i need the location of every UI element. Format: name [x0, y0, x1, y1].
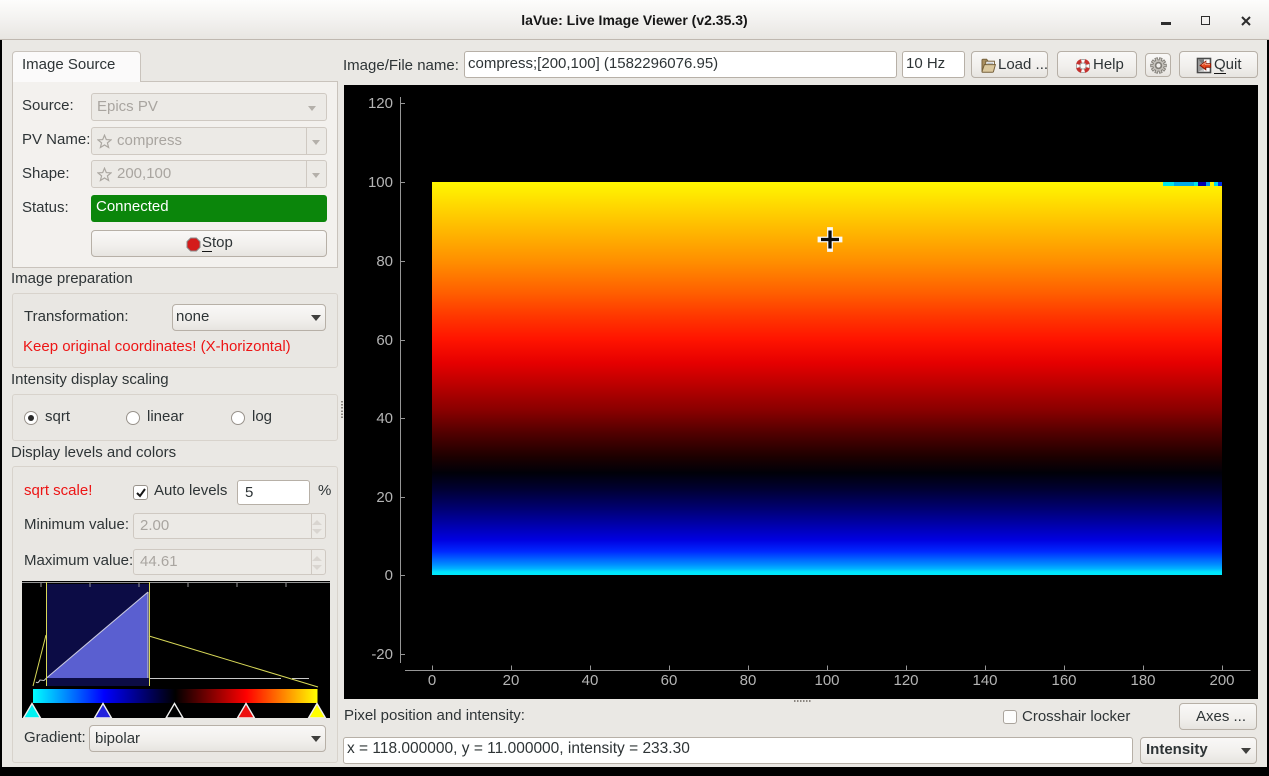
svg-text:100: 100: [368, 174, 393, 191]
svg-text:40: 40: [376, 410, 393, 427]
svg-text:160: 160: [1051, 672, 1076, 689]
svg-text:120: 120: [893, 672, 918, 689]
svg-text:140: 140: [972, 672, 997, 689]
svg-text:120: 120: [368, 95, 393, 112]
svg-text:60: 60: [376, 332, 393, 349]
svg-text:100: 100: [814, 672, 839, 689]
svg-text:40: 40: [582, 672, 599, 689]
svg-text:200: 200: [1209, 672, 1234, 689]
svg-text:80: 80: [376, 253, 393, 270]
svg-text:-20: -20: [371, 646, 393, 663]
svg-text:80: 80: [740, 672, 757, 689]
svg-text:0: 0: [428, 672, 436, 689]
svg-text:60: 60: [661, 672, 678, 689]
svg-text:180: 180: [1130, 672, 1155, 689]
svg-text:20: 20: [376, 489, 393, 506]
svg-text:0: 0: [385, 567, 393, 584]
svg-text:20: 20: [503, 672, 520, 689]
